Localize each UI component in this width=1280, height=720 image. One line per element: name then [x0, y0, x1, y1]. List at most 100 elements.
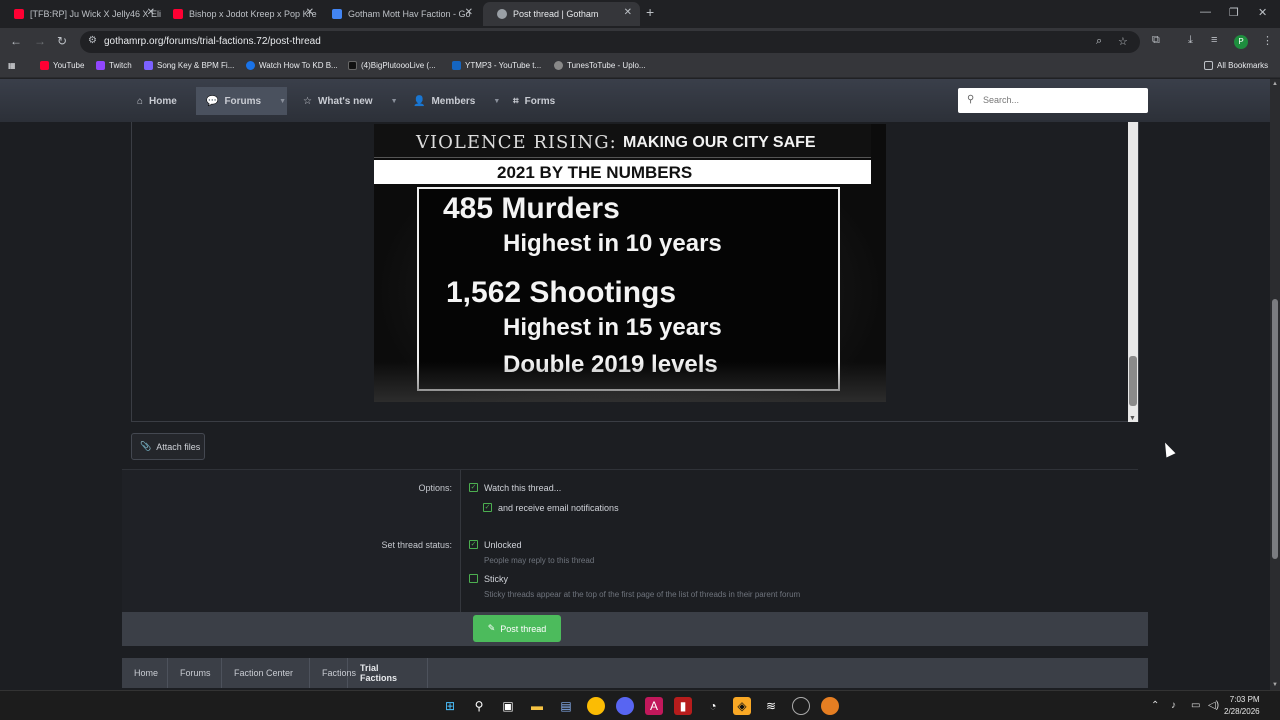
unlocked-checkbox[interactable]: ✓	[469, 540, 478, 549]
bookmark-label: Song Key & BPM Fi...	[157, 61, 235, 70]
close-icon[interactable]: ✕	[465, 7, 473, 18]
twitch-icon	[96, 61, 105, 70]
browser-tab[interactable]: Bishop x Jodot Kreep x Pop Kre ✕	[159, 2, 322, 26]
search-input[interactable]: ⚲ Search...	[958, 88, 1148, 113]
app-icon[interactable]: A	[645, 697, 663, 715]
breadcrumb-item[interactable]: Trial Factions	[348, 658, 428, 688]
clock[interactable]: 7:03 PM 2/28/2026	[1224, 694, 1260, 718]
file-explorer-icon[interactable]: ▬	[528, 697, 546, 715]
email-label[interactable]: and receive email notifications	[498, 503, 619, 513]
chevron-down-icon[interactable]: ▼	[493, 98, 500, 105]
media-icon[interactable]: ≡	[1211, 34, 1217, 46]
post-thread-button[interactable]: ✎ Post thread	[473, 615, 561, 642]
app-icon[interactable]: ≋	[762, 697, 780, 715]
chevron-down-icon[interactable]: ▼	[391, 98, 398, 105]
image-header-band: VIOLENCE RISING: MAKING OUR CITY SAFE	[374, 124, 871, 158]
close-icon[interactable]: ✕	[147, 7, 155, 18]
network-icon[interactable]: ▭	[1191, 700, 1200, 711]
email-checkbox[interactable]: ✓	[483, 503, 492, 512]
app-icon[interactable]: ◈	[733, 697, 751, 715]
submit-bar	[122, 612, 1148, 646]
search-icon[interactable]: ⚲	[470, 697, 488, 715]
chevron-up-icon[interactable]: ⌃	[1151, 700, 1159, 711]
minimize-icon[interactable]: —	[1200, 6, 1211, 18]
watch-label[interactable]: Watch this thread...	[484, 483, 561, 493]
bookmark-icon	[554, 61, 563, 70]
microphone-icon[interactable]: ♪	[1171, 700, 1176, 711]
nav-forums[interactable]: 💬 Forums ▼	[196, 87, 287, 115]
download-icon[interactable]: ⤓	[1188, 34, 1193, 47]
scroll-up-icon[interactable]: ▲	[1272, 81, 1278, 87]
bookmark-item[interactable]: YTMP3 - YouTube t...	[452, 61, 541, 70]
breadcrumb-item[interactable]: Factions	[310, 658, 356, 688]
forums-icon: 💬	[206, 95, 219, 107]
bookmark-item[interactable]: Twitch	[96, 61, 132, 70]
app-icon[interactable]	[792, 697, 810, 715]
bookmark-icon	[144, 61, 153, 70]
chrome-icon[interactable]	[587, 697, 605, 715]
new-tab-button[interactable]: +	[646, 4, 654, 20]
bookmark-item[interactable]: Song Key & BPM Fi...	[144, 61, 234, 70]
bookmark-item[interactable]: Watch How To KD B...	[246, 61, 338, 70]
url-text[interactable]: gothamrp.org/forums/trial-factions.72/po…	[104, 36, 321, 47]
scroll-down-icon[interactable]: ▼	[1129, 415, 1136, 422]
close-icon[interactable]: ✕	[624, 7, 632, 18]
browser-tab[interactable]: Gotham Mott Hav Faction - Go ✕	[318, 2, 481, 26]
extensions-icon[interactable]: ⧉	[1152, 34, 1160, 47]
zoom-icon[interactable]: ⌕	[1096, 35, 1102, 48]
chevron-down-icon[interactable]: ▼	[279, 98, 286, 105]
apps-icon[interactable]: ▦	[8, 61, 16, 70]
page-scrollbar[interactable]: ▲ ▼	[1270, 79, 1280, 690]
attach-files-button[interactable]: 📎 Attach files	[131, 433, 205, 460]
breadcrumb: Home Forums Faction Center Factions Tria…	[122, 658, 1148, 688]
reload-icon[interactable]: ↻	[57, 34, 67, 48]
task-view-icon[interactable]: ▣	[499, 697, 517, 715]
editor-scrollbar[interactable]: ▼	[1128, 122, 1138, 422]
breadcrumb-item[interactable]: Faction Center	[222, 658, 310, 688]
sticky-checkbox[interactable]	[469, 574, 478, 583]
unlocked-label[interactable]: Unlocked	[484, 540, 522, 550]
back-icon[interactable]: ←	[10, 34, 22, 48]
fl-studio-icon[interactable]	[821, 697, 839, 715]
forward-icon[interactable]: →	[34, 34, 46, 48]
nav-whats-new[interactable]: ☆ What's new ▼	[293, 87, 408, 115]
image-line: Highest in 15 years	[503, 314, 722, 341]
sticky-hint: Sticky threads appear at the top of the …	[484, 590, 801, 599]
all-bookmarks[interactable]: All Bookmarks	[1204, 61, 1268, 70]
scrollbar-thumb[interactable]	[1129, 356, 1137, 406]
menu-icon[interactable]: ⋮	[1262, 34, 1273, 47]
breadcrumb-item[interactable]: Home	[122, 658, 168, 688]
windows-start-icon[interactable]: ⊞	[441, 697, 459, 715]
nav-home[interactable]: ⌂ Home	[127, 87, 187, 115]
browser-tab-active[interactable]: Post thread | Gotham ✕	[483, 2, 640, 26]
discord-icon[interactable]	[616, 697, 634, 715]
app-icon[interactable]: ◔	[704, 697, 722, 715]
star-icon: ☆	[303, 95, 312, 107]
browser-tab[interactable]: [TFB:RP] Ju Wick X Jelly46 X Eli ✕	[0, 2, 163, 26]
nav-label: Forms	[524, 95, 556, 107]
sticky-label[interactable]: Sticky	[484, 574, 508, 584]
app-icon[interactable]: ▮	[674, 697, 692, 715]
bookmark-star-icon[interactable]: ☆	[1118, 35, 1128, 48]
nav-members[interactable]: 👤 Members ▼	[403, 87, 510, 115]
nav-forms[interactable]: ⌗ Forms	[503, 87, 565, 115]
bookmark-item[interactable]: (4)BigPlutoooLive (...	[348, 61, 436, 70]
address-bar[interactable]: ⚙ gothamrp.org/forums/trial-factions.72/…	[80, 31, 1140, 53]
profile-avatar[interactable]: P	[1234, 35, 1248, 49]
scrollbar-thumb[interactable]	[1272, 299, 1278, 559]
restore-icon[interactable]: ❐	[1229, 6, 1239, 19]
search-placeholder: Search...	[983, 95, 1020, 105]
youtube-icon	[173, 9, 183, 19]
home-icon: ⌂	[137, 95, 144, 107]
bookmark-item[interactable]: TunesToTube - Uplo...	[554, 61, 646, 70]
site-info-icon[interactable]: ⚙	[88, 35, 97, 46]
breadcrumb-item[interactable]: Forums	[168, 658, 222, 688]
photos-icon[interactable]: ▤	[557, 697, 575, 715]
close-window-icon[interactable]: ✕	[1258, 6, 1267, 19]
close-icon[interactable]: ✕	[306, 7, 314, 18]
bookmark-item[interactable]: YouTube	[40, 61, 84, 70]
volume-icon[interactable]: ◁)	[1208, 700, 1219, 711]
scroll-down-icon[interactable]: ▼	[1272, 682, 1278, 688]
unlocked-hint: People may reply to this thread	[484, 556, 595, 565]
watch-checkbox[interactable]: ✓	[469, 483, 478, 492]
